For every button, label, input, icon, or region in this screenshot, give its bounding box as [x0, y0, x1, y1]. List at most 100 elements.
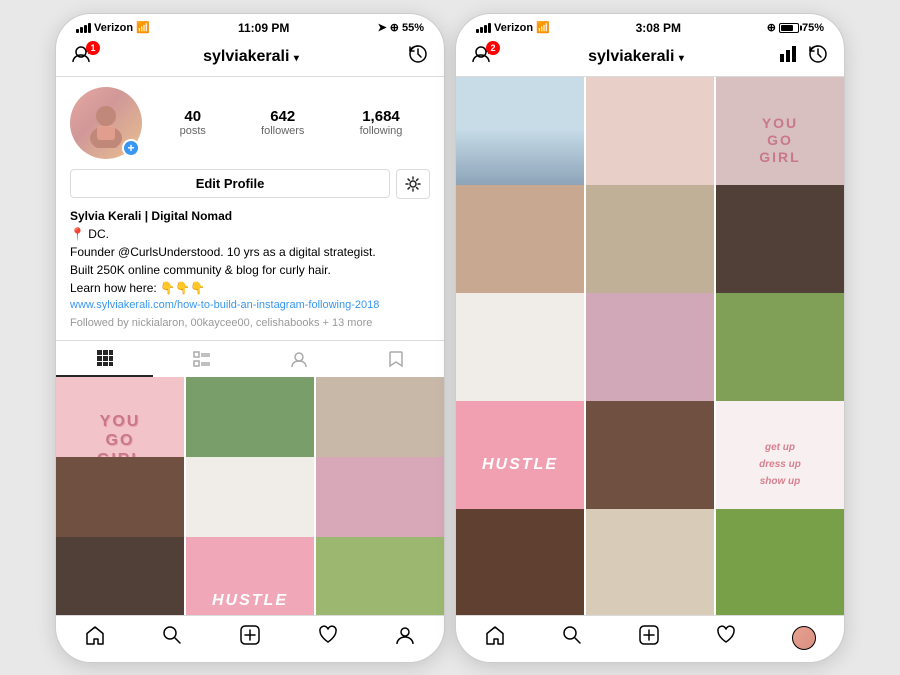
- grid-icon: [96, 349, 114, 367]
- bottom-profile-button[interactable]: [394, 624, 416, 652]
- wifi-icon: 📶: [136, 21, 150, 34]
- settings-icon: [405, 176, 421, 192]
- battery-pct-right: 75%: [802, 22, 824, 34]
- add-person-button-right[interactable]: 2: [472, 45, 494, 68]
- profile-stats-row: + 40 posts 642 followers 1,684 following: [70, 87, 430, 159]
- posts-label: posts: [180, 125, 206, 137]
- phone-right: Verizon 📶 3:08 PM ⊕ 75% 2: [455, 13, 845, 663]
- avatar-image: [81, 98, 131, 148]
- bottom-add-button[interactable]: [239, 624, 261, 652]
- history-icon: [408, 44, 428, 64]
- home-icon-right: [484, 624, 506, 646]
- profile-avatar-right: [792, 626, 816, 650]
- bio-name: Sylvia Kerali | Digital Nomad: [70, 207, 430, 225]
- bottom-search-button-right[interactable]: [561, 624, 583, 652]
- left-grid-cell-6[interactable]: 📷: [56, 537, 184, 615]
- status-bar-right: Verizon 📶 3:08 PM ⊕ 75%: [456, 14, 844, 38]
- bottom-nav-right: [456, 615, 844, 662]
- stats-icon: [778, 44, 798, 64]
- add-person-button-left[interactable]: 1: [72, 45, 94, 68]
- status-carrier-right: Verizon 📶: [476, 21, 550, 34]
- username-right: sylviakerali ▾: [588, 48, 684, 66]
- battery-left: 55%: [402, 22, 424, 34]
- stat-posts[interactable]: 40 posts: [180, 108, 206, 137]
- dropdown-icon-right: ▾: [679, 53, 684, 64]
- avatar-wrap: +: [70, 87, 142, 159]
- bluetooth-icon: ⊕: [390, 21, 399, 34]
- followers-count: 642: [270, 108, 295, 125]
- history-icon-right: [808, 44, 828, 64]
- left-grid-cell-7[interactable]: HUSTLE: [186, 537, 314, 615]
- heart-icon-right: [715, 624, 737, 646]
- battery-fill-right: [781, 25, 793, 31]
- edit-profile-button[interactable]: Edit Profile: [70, 169, 390, 198]
- bottom-add-button-right[interactable]: [638, 624, 660, 652]
- edit-row: Edit Profile: [70, 169, 430, 199]
- status-bar-left: Verizon 📶 11:09 PM ➤ ⊕ 55%: [56, 14, 444, 38]
- phone-left: Verizon 📶 11:09 PM ➤ ⊕ 55% 1: [55, 13, 445, 663]
- bottom-nav-left: [56, 615, 444, 662]
- bottom-search-button[interactable]: [161, 624, 183, 652]
- bottom-heart-button[interactable]: [317, 624, 339, 652]
- bottom-home-button-right[interactable]: [484, 624, 506, 652]
- right-grid-cell-12[interactable]: [456, 509, 584, 615]
- status-carrier-left: Verizon 📶: [76, 21, 150, 34]
- status-right-right: ⊕ 75%: [767, 21, 824, 34]
- search-icon: [161, 624, 183, 646]
- history-button-right[interactable]: [808, 44, 828, 70]
- heart-icon: [317, 624, 339, 646]
- photo-grid-left: YOUGOGIRL📷HUSTLE: [56, 377, 444, 615]
- nav-right-icons: [778, 44, 828, 70]
- tab-grid[interactable]: [56, 341, 153, 377]
- followers-label: followers: [261, 125, 304, 137]
- bio-followers-note: Followed by nickialaron, 00kaycee00, cel…: [70, 315, 430, 332]
- location-icon: ➤: [378, 21, 387, 34]
- history-button-left[interactable]: [408, 44, 428, 70]
- nav-bar-left: 1 sylviakerali ▾: [56, 38, 444, 77]
- following-count: 1,684: [362, 108, 400, 125]
- left-grid-cell-8[interactable]: [316, 537, 444, 615]
- stat-followers[interactable]: 642 followers: [261, 108, 304, 137]
- bluetooth-icon-right: ⊕: [767, 21, 776, 34]
- signal-icon-right: [476, 23, 491, 33]
- dropdown-icon: ▾: [294, 53, 299, 64]
- tab-list[interactable]: [153, 341, 250, 377]
- time-right: 3:08 PM: [636, 21, 681, 35]
- status-right-left: ➤ ⊕ 55%: [378, 21, 424, 34]
- carrier-name-left: Verizon: [94, 22, 133, 34]
- bottom-heart-button-right[interactable]: [715, 624, 737, 652]
- profile-icon: [394, 624, 416, 646]
- carrier-name-right: Verizon: [494, 22, 533, 34]
- nav-bar-right: 2 sylviakerali ▾: [456, 38, 844, 77]
- bio-section: Sylvia Kerali | Digital Nomad 📍 DC. Foun…: [70, 207, 430, 332]
- search-icon-right: [561, 624, 583, 646]
- bio-line2: Built 250K online community & blog for c…: [70, 261, 430, 279]
- right-grid-cell-14[interactable]: [716, 509, 844, 615]
- notification-badge-right: 2: [486, 41, 500, 55]
- add-to-story-button[interactable]: +: [122, 139, 140, 157]
- stat-following[interactable]: 1,684 following: [360, 108, 403, 137]
- tab-tagged[interactable]: [250, 341, 347, 377]
- home-icon: [84, 624, 106, 646]
- wifi-icon-right: 📶: [536, 21, 550, 34]
- bio-location: 📍 DC.: [70, 225, 430, 243]
- bottom-profile-button-right[interactable]: [792, 626, 816, 650]
- bio-line1: Founder @CurlsUnderstood. 10 yrs as a di…: [70, 243, 430, 261]
- following-label: following: [360, 125, 403, 137]
- battery-icon-right: [779, 23, 799, 33]
- bottom-home-button[interactable]: [84, 624, 106, 652]
- time-left: 11:09 PM: [238, 21, 289, 35]
- right-grid-cell-13[interactable]: [586, 509, 714, 615]
- add-icon: [239, 624, 261, 646]
- signal-icon: [76, 23, 91, 33]
- notification-badge-left: 1: [86, 41, 100, 55]
- settings-button[interactable]: [396, 169, 430, 199]
- tab-saved[interactable]: [347, 341, 444, 377]
- profile-section-left: + 40 posts 642 followers 1,684 following: [56, 77, 444, 332]
- list-icon: [193, 350, 211, 368]
- bookmark-icon: [387, 350, 405, 368]
- posts-count: 40: [184, 108, 201, 125]
- bio-link[interactable]: www.sylviakerali.com/how-to-build-an-ins…: [70, 297, 430, 314]
- bio-line3: Learn how here: 👇👇👇: [70, 279, 430, 297]
- stats-button-right[interactable]: [778, 44, 798, 70]
